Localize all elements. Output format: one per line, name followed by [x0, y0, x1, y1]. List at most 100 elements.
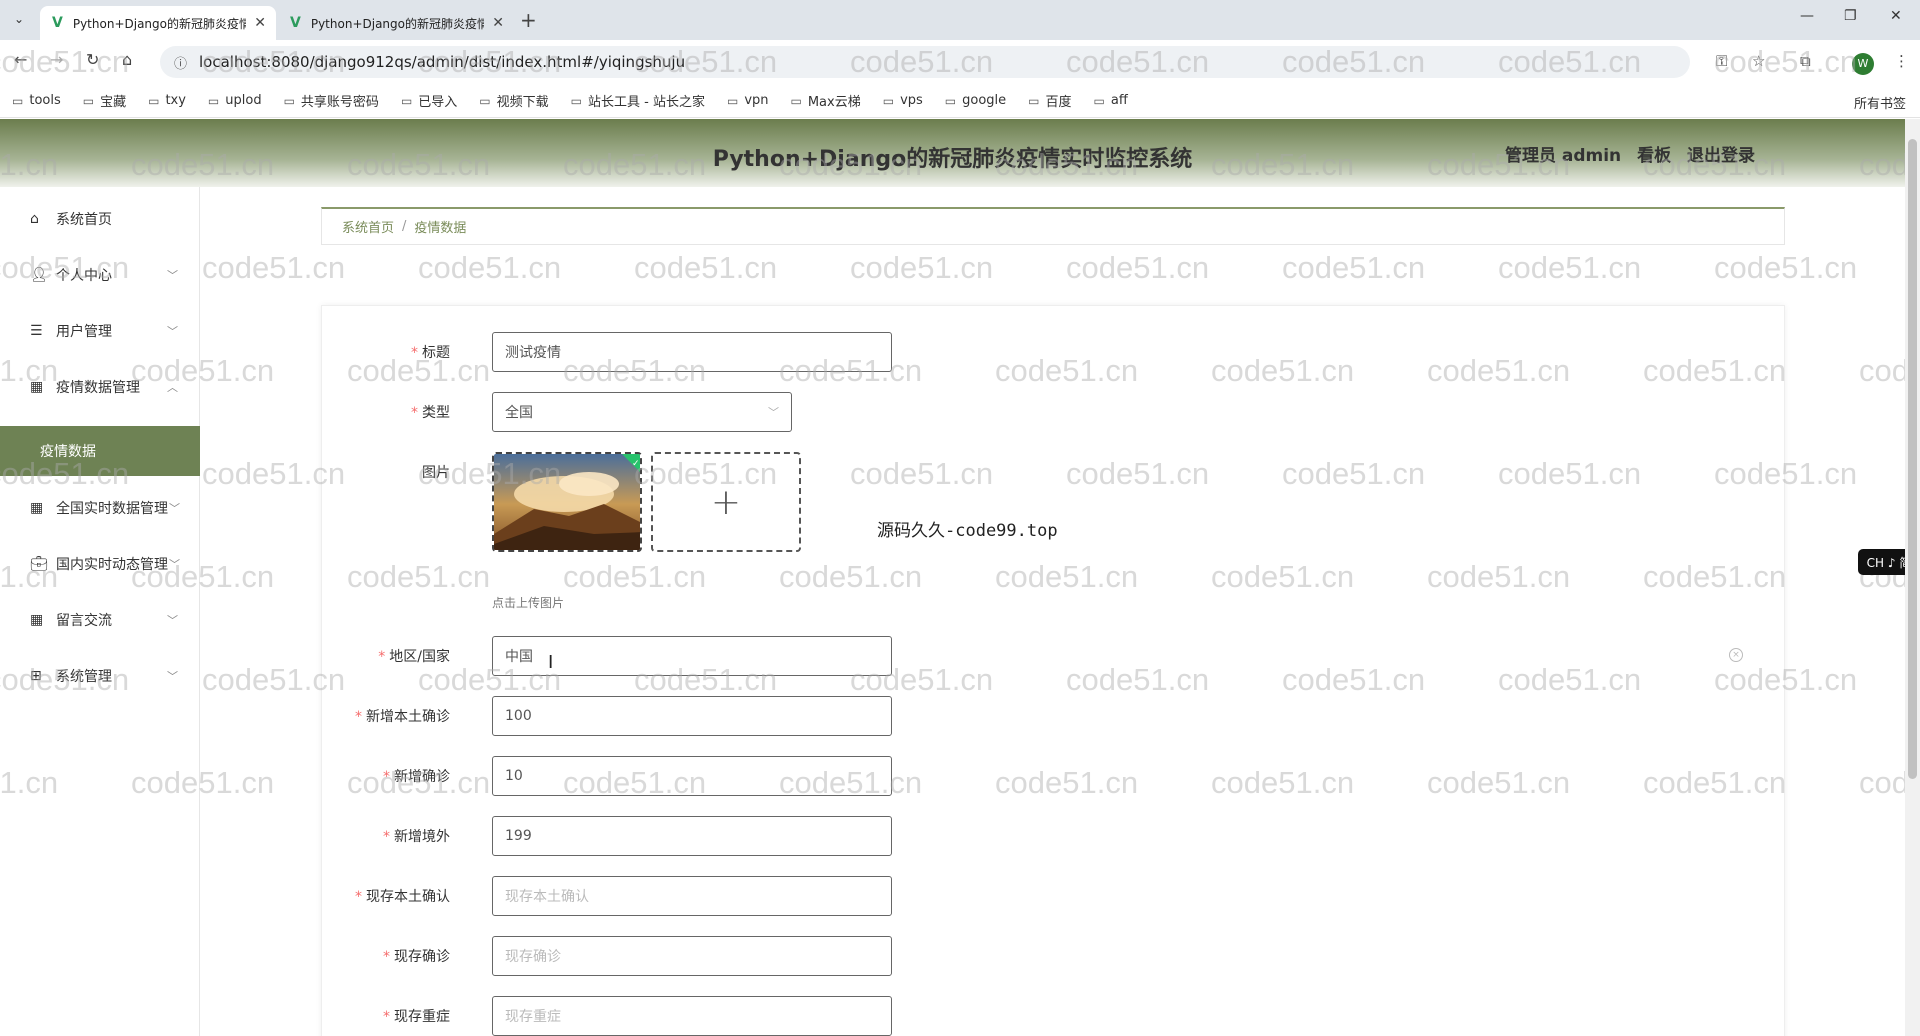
field-label: * 新增境外 [383, 829, 450, 845]
sidebar-item-label: 系统管理 [56, 669, 112, 685]
bookmark-item[interactable]: ▭ 已导入 [401, 91, 458, 111]
sidebar-item-label: 留言交流 [56, 613, 112, 629]
type-select[interactable]: 全国 ﹀ [492, 392, 792, 432]
bookmark-item[interactable]: ▭ 视频下载 [479, 91, 548, 111]
browser-tab-active[interactable]: V Python+Django的新冠肺炎疫情 ✕ [40, 6, 276, 40]
field-label: * 新增本土确诊 [355, 709, 450, 725]
bookmark-item[interactable]: ▭ 宝藏 [82, 91, 127, 111]
star-icon[interactable]: ☆ [1752, 52, 1765, 70]
sidebar-item-label: 用户管理 [56, 324, 112, 340]
all-bookmarks[interactable]: 所有书签 [1854, 93, 1906, 112]
restore-icon[interactable]: ❐ [1844, 8, 1857, 24]
browser-tabbar: ⌄ V Python+Django的新冠肺炎疫情 ✕ V Python+Djan… [0, 0, 1920, 40]
field-label: * 地区/国家 [378, 649, 450, 665]
bookmark-item[interactable]: ▭ 站长工具 - 站长之家 [571, 91, 705, 111]
bookmark-item[interactable]: ▭ 百度 [1028, 91, 1071, 111]
sidebar-item-system[interactable]: ⊞ 系统管理 ﹀ [0, 648, 200, 704]
scrollbar-thumb[interactable] [1908, 139, 1917, 779]
tab-search-chevron-icon[interactable]: ⌄ [8, 8, 30, 30]
bookmark-item[interactable]: ▭ vps [883, 93, 923, 108]
sidebar-item-profile[interactable]: 👤︎ 个人中心 ﹀ [0, 247, 200, 303]
close-tab-icon[interactable]: ✕ [492, 15, 504, 31]
folder-icon: ▭ [82, 93, 95, 108]
add-image-button[interactable]: + [651, 452, 801, 552]
briefcase-icon: 💼︎ [30, 556, 48, 572]
bookmark-label: txy [165, 93, 186, 108]
close-tab-icon[interactable]: ✕ [254, 15, 266, 31]
sidebar-item-users[interactable]: ☰ 用户管理 ﹀ [0, 303, 200, 359]
bookmark-label: vps [900, 93, 923, 108]
user-icon: 👤︎ [30, 267, 48, 283]
new-abroad-input[interactable]: 199 [492, 816, 892, 856]
field-label: * 类型 [411, 405, 450, 421]
grid-icon: ▦ [30, 612, 44, 628]
forward-icon[interactable]: → [50, 50, 63, 69]
bookmark-item[interactable]: ▭ txy [148, 93, 186, 108]
logout-link[interactable]: 退出登录 [1687, 146, 1755, 166]
sidebar-item-label: 个人中心 [56, 268, 112, 284]
current-local-input[interactable]: 现存本土确认 [492, 876, 892, 916]
bookmark-label: 共享账号密码 [300, 95, 379, 110]
sidebar-item-label: 系统首页 [56, 212, 112, 228]
vue-favicon-icon: V [290, 15, 301, 31]
new-tab-icon[interactable]: + [520, 8, 537, 32]
back-icon[interactable]: ← [14, 50, 27, 69]
uploaded-image-thumbnail[interactable]: ✓ [492, 452, 642, 552]
breadcrumb-home[interactable]: 系统首页 [342, 217, 394, 236]
new-local-input[interactable]: 100 [492, 696, 892, 736]
grid-icon: ▦ [30, 379, 44, 395]
bookmark-item[interactable]: ▭ vpn [727, 93, 769, 108]
app-header: Python+Django的新冠肺炎疫情实时监控系统 管理员 admin 看板 … [0, 119, 1905, 187]
clear-icon[interactable]: × [1729, 648, 1743, 662]
form-row-image: 图片 ✓ + 点击上传图片 源码久久-code99.top [322, 452, 1322, 622]
home-icon: ⌂ [30, 211, 39, 227]
chevron-down-icon: ﹀ [169, 558, 180, 571]
url-text: localhost:8080/django912qs/admin/dist/in… [199, 53, 686, 71]
bookmark-label: aff [1110, 93, 1128, 108]
breadcrumb: 系统首页 / 疫情数据 [321, 207, 1785, 245]
browser-tab[interactable]: V Python+Django的新冠肺炎疫情 ✕ [278, 6, 514, 40]
sidebar-item-epidemic-mgmt[interactable]: ▦ 疫情数据管理 ︿ [0, 359, 200, 415]
bookmark-label: tools [29, 93, 61, 108]
close-window-icon[interactable]: ✕ [1890, 8, 1902, 24]
profile-avatar[interactable]: W [1852, 53, 1874, 75]
vue-favicon-icon: V [52, 15, 63, 31]
current-confirm-input[interactable]: 现存确诊 [492, 936, 892, 976]
folder-icon: ▭ [790, 93, 802, 108]
bookmark-item[interactable]: ▭ 共享账号密码 [284, 91, 379, 111]
bookmark-item[interactable]: ▭ Max云梯 [790, 91, 861, 111]
reload-icon[interactable]: ↻ [86, 50, 99, 69]
site-info-icon[interactable]: ⓘ [174, 53, 187, 72]
field-label: * 新增确诊 [383, 769, 450, 785]
sidebar-item-national-realtime[interactable]: ▦ 全国实时数据管理 ﹀ [0, 480, 200, 536]
chevron-down-icon: ﹀ [768, 406, 779, 419]
bookmark-label: google [962, 93, 1007, 108]
board-link[interactable]: 看板 [1637, 146, 1671, 166]
bookmark-item[interactable]: ▭ uplod [208, 93, 262, 108]
edit-form: * 标题 测试疫情 * 类型 全国 ﹀ 图片 ✓ + 点击上传图片 源码久久-c… [321, 305, 1785, 1036]
bookmark-item[interactable]: ▭ google [945, 93, 1006, 108]
new-confirm-input[interactable]: 10 [492, 756, 892, 796]
sidebar-item-epidemic-data[interactable]: 疫情数据 [0, 426, 200, 476]
scrollbar[interactable] [1905, 119, 1920, 1036]
main-content: 系统首页 / 疫情数据 * 标题 测试疫情 * 类型 全国 ﹀ 图片 ✓ + 点… [201, 187, 1905, 1036]
bookmarks-bar: ▭ tools ▭ 宝藏 ▭ txy ▭ uplod ▭ 共享账号密码 ▭ 已导入 ▭ 视频下载 ▭ 站长工具… [0, 84, 1920, 118]
folder-icon: ▭ [882, 93, 895, 108]
sidebar-item-home[interactable]: ⌂ 系统首页 [0, 191, 200, 247]
sidebar-item-messages[interactable]: ▦ 留言交流 ﹀ [0, 592, 200, 648]
bookmark-item[interactable]: ▭ tools [12, 93, 61, 108]
sidebar-item-domestic-news[interactable]: 💼︎ 国内实时动态管理 ﹀ [0, 536, 200, 592]
bookmark-item[interactable]: ▭ aff [1094, 93, 1128, 108]
extensions-icon[interactable]: ⧉ [1800, 52, 1811, 70]
bookmark-label: 站长工具 - 站长之家 [588, 95, 705, 110]
bookmark-label: 已导入 [418, 95, 458, 110]
folder-icon: ▭ [1028, 93, 1040, 108]
current-severe-input[interactable]: 现存重症 [492, 996, 892, 1036]
minimize-icon[interactable]: — [1800, 8, 1814, 24]
address-bar[interactable]: ⓘ localhost:8080/django912qs/admin/dist/… [160, 46, 1690, 78]
key-icon[interactable]: ⚿ [1716, 52, 1727, 70]
menu-dots-icon[interactable]: ⋮ [1894, 52, 1909, 70]
title-input[interactable]: 测试疫情 [492, 332, 892, 372]
home-icon[interactable]: ⌂ [122, 50, 132, 69]
bookmark-label: 宝藏 [100, 95, 127, 110]
